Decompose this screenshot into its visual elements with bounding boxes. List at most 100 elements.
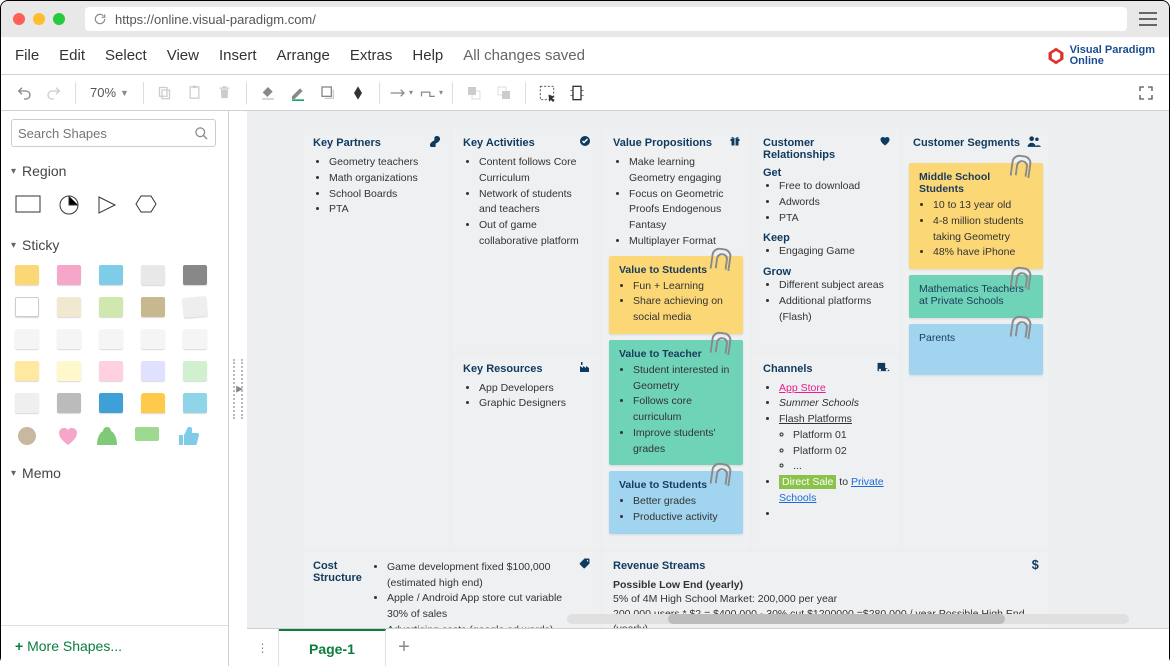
page-tab-1[interactable]: Page-1: [279, 629, 386, 666]
page-options-button[interactable]: ⋮: [247, 629, 279, 666]
close-window-button[interactable]: [13, 13, 25, 25]
menu-file[interactable]: File: [15, 47, 39, 64]
sticky-plain1[interactable]: [15, 329, 39, 349]
redo-button[interactable]: [41, 80, 67, 106]
sidebar-splitter[interactable]: ▶: [229, 111, 247, 666]
horizontal-scrollbar[interactable]: [567, 614, 1129, 624]
canvas-area[interactable]: Key Partners Geometry teachers Math orga…: [247, 111, 1169, 666]
to-front-button[interactable]: [461, 80, 487, 106]
search-icon: [194, 126, 209, 141]
sticky-note[interactable]: Parents: [909, 324, 1043, 375]
section-sticky-header[interactable]: Sticky: [1, 229, 228, 261]
sticky-yellow[interactable]: [15, 265, 39, 285]
sticky-cream[interactable]: [57, 297, 81, 317]
section-memo-header[interactable]: Memo: [1, 457, 228, 489]
menu-select[interactable]: Select: [105, 47, 147, 64]
cell-key-partners[interactable]: Key Partners Geometry teachers Math orga…: [303, 129, 449, 548]
undo-button[interactable]: [11, 80, 37, 106]
minimize-window-button[interactable]: [33, 13, 45, 25]
select-rect-button[interactable]: [534, 80, 560, 106]
paperclip-icon: [1010, 315, 1033, 340]
sticky-swatch-p[interactable]: [99, 361, 123, 381]
sticky-bag-icon[interactable]: [97, 425, 117, 447]
browser-menu-button[interactable]: [1139, 12, 1157, 26]
sticky-shape-b2[interactable]: [183, 393, 207, 413]
sticky-note[interactable]: Value to Students Fun + LearningShare ac…: [609, 256, 743, 334]
cell-cost-structure[interactable]: Cost Structure Game development fixed $1…: [303, 552, 599, 628]
sticky-note[interactable]: Middle School Students 10 to 13 year old…: [909, 163, 1043, 269]
sticky-green1[interactable]: [99, 297, 123, 317]
shape-circle[interactable]: [59, 195, 79, 215]
shape-rectangle[interactable]: [15, 195, 41, 213]
sticky-swatch-gr[interactable]: [15, 393, 39, 413]
sticky-pink[interactable]: [57, 265, 81, 285]
section-region-header[interactable]: Region: [1, 155, 228, 187]
search-shapes-field[interactable]: [18, 126, 194, 141]
shadow-button[interactable]: [315, 80, 341, 106]
fill-color-button[interactable]: [255, 80, 281, 106]
menu-extras[interactable]: Extras: [350, 47, 393, 64]
brand-logo[interactable]: Visual ParadigmOnline: [1046, 45, 1155, 67]
paste-button[interactable]: [182, 80, 208, 106]
cell-value-propositions[interactable]: Value Propositions Make learning Geometr…: [603, 129, 749, 548]
tag-icon: [579, 558, 591, 570]
sticky-plain2[interactable]: [57, 329, 81, 349]
shape-triangle[interactable]: [97, 195, 117, 215]
sticky-money-icon[interactable]: [135, 425, 159, 443]
add-page-button[interactable]: +: [386, 636, 422, 659]
svg-text:$: $: [1032, 558, 1039, 572]
fullscreen-button[interactable]: [1133, 80, 1159, 106]
cell-customer-relationships[interactable]: Customer Relationships Get Free to downl…: [753, 129, 899, 351]
scrollbar-thumb[interactable]: [668, 614, 1005, 624]
sticky-tan[interactable]: [141, 297, 165, 317]
sticky-plain5[interactable]: [183, 329, 207, 349]
to-back-button[interactable]: [491, 80, 517, 106]
sticky-blue[interactable]: [99, 265, 123, 285]
fit-page-button[interactable]: [564, 80, 590, 106]
sticky-swatch-g[interactable]: [183, 361, 207, 381]
sticky-swatch-pu[interactable]: [141, 361, 165, 381]
url-bar[interactable]: https://online.visual-paradigm.com/: [85, 7, 1127, 31]
delete-button[interactable]: [212, 80, 238, 106]
menu-insert[interactable]: Insert: [219, 47, 257, 64]
waypoint-button[interactable]: ▾: [418, 80, 444, 106]
menu-view[interactable]: View: [167, 47, 199, 64]
sticky-plain4[interactable]: [141, 329, 165, 349]
connection-button[interactable]: ▾: [388, 80, 414, 106]
menu-edit[interactable]: Edit: [59, 47, 85, 64]
paperclip-icon: [710, 462, 733, 487]
more-shapes-button[interactable]: More Shapes...: [1, 625, 228, 666]
sticky-note[interactable]: Value to Teacher Student interested in G…: [609, 340, 743, 466]
sticky-swatch-gr2[interactable]: [57, 393, 81, 413]
sticky-note1[interactable]: [182, 296, 208, 318]
list-item: Share achieving on social media: [633, 294, 733, 326]
sticky-thumb-icon[interactable]: [177, 425, 199, 447]
sticky-heart-icon[interactable]: [57, 425, 79, 447]
maximize-window-button[interactable]: [53, 13, 65, 25]
sticky-swatch-y2[interactable]: [57, 361, 81, 381]
cell-customer-segments[interactable]: Customer Segments Middle School Students…: [903, 129, 1049, 548]
sticky-white[interactable]: [15, 297, 39, 317]
sticky-note[interactable]: Value to Students Better gradesProductiv…: [609, 471, 743, 534]
sticky-plain3[interactable]: [99, 329, 123, 349]
shape-hexagon[interactable]: [135, 195, 157, 213]
sticky-gray[interactable]: [141, 265, 165, 285]
menu-help[interactable]: Help: [412, 47, 443, 64]
sticky-swatch-y1[interactable]: [15, 361, 39, 381]
cell-key-resources[interactable]: Key Resources App DevelopersGraphic Desi…: [453, 355, 599, 548]
sticky-shape-y[interactable]: [141, 393, 165, 413]
sticky-note[interactable]: Mathematics Teachers at Private Schools: [909, 275, 1043, 318]
line-color-button[interactable]: [285, 80, 311, 106]
channel-app-store-link[interactable]: App Store: [779, 382, 826, 394]
copy-button[interactable]: [152, 80, 178, 106]
cell-key-activities[interactable]: Key Activities Content follows Core Curr…: [453, 129, 599, 351]
zoom-select[interactable]: 70%▼: [84, 85, 135, 100]
channel-direct-sale-link[interactable]: Direct Sale: [779, 475, 836, 489]
sticky-flower-icon[interactable]: [15, 425, 39, 447]
search-shapes-input[interactable]: [11, 119, 216, 147]
cell-channels[interactable]: Channels App Store Summer Schools Flash …: [753, 355, 899, 548]
format-painter-button[interactable]: [345, 80, 371, 106]
menu-arrange[interactable]: Arrange: [277, 47, 330, 64]
sticky-dark[interactable]: [183, 265, 207, 285]
sticky-shape-b[interactable]: [99, 393, 123, 413]
